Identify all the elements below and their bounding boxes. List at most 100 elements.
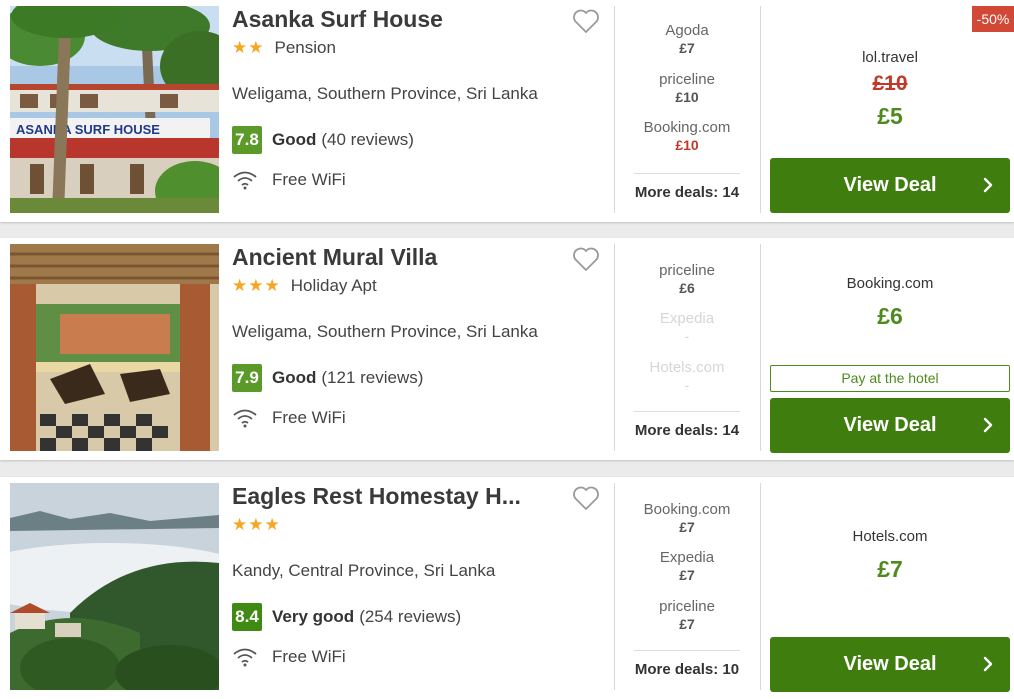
deal-price: £7 bbox=[679, 616, 695, 632]
rating-word: Good bbox=[272, 368, 317, 387]
deal-price: - bbox=[684, 377, 690, 393]
best-deal-provider[interactable]: Hotels.com bbox=[770, 528, 1010, 545]
deals-separator bbox=[634, 650, 740, 651]
view-deal-button[interactable]: View Deal bbox=[770, 637, 1010, 692]
original-price: £10 bbox=[770, 72, 1010, 96]
hotel-location[interactable]: Weligama, Southern Province, Sri Lanka bbox=[232, 322, 538, 342]
hotel-name[interactable]: Ancient Mural Villa bbox=[232, 244, 557, 271]
rating-score-badge: 7.9 bbox=[232, 364, 262, 392]
heart-outline-icon[interactable] bbox=[572, 485, 600, 511]
more-deals-link[interactable]: More deals: 14 bbox=[616, 184, 758, 201]
hotel-photo[interactable] bbox=[10, 483, 219, 690]
star-rating: ★★★ bbox=[232, 276, 281, 295]
deal-provider: Booking.com bbox=[643, 501, 731, 518]
amenity-row: Free WiFi bbox=[232, 647, 346, 667]
deal-price: - bbox=[684, 328, 690, 344]
chevron-right-icon bbox=[983, 417, 993, 433]
divider bbox=[760, 244, 761, 451]
deal-item[interactable]: priceline £7 bbox=[616, 598, 758, 632]
rating-row[interactable]: 7.8 Good (40 reviews) bbox=[232, 126, 414, 154]
review-count: (254 reviews) bbox=[359, 607, 462, 626]
hotel-info: Eagles Rest Homestay H... ★★★ Kandy, Cen… bbox=[232, 477, 612, 699]
hotel-photo-image bbox=[10, 483, 219, 690]
hotel-location[interactable]: Weligama, Southern Province, Sri Lanka bbox=[232, 84, 538, 104]
view-deal-button[interactable]: View Deal bbox=[770, 398, 1010, 453]
discount-badge: -50% bbox=[972, 6, 1014, 32]
heart-outline-icon[interactable] bbox=[572, 246, 600, 272]
accommodation-type: Holiday Apt bbox=[290, 276, 377, 295]
amenity-label: Free WiFi bbox=[272, 647, 346, 666]
view-deal-label: View Deal bbox=[843, 653, 937, 675]
rating-word: Very good bbox=[272, 607, 355, 626]
rating-score-badge: 8.4 bbox=[232, 603, 262, 631]
deal-item: Expedia - bbox=[616, 310, 758, 344]
deal-price: £7 bbox=[679, 567, 695, 583]
hotel-name[interactable]: Asanka Surf House bbox=[232, 6, 557, 33]
deal-item[interactable]: Booking.com £7 bbox=[616, 501, 758, 535]
deal-provider: Expedia bbox=[659, 310, 715, 327]
best-deal-price[interactable]: £7 bbox=[770, 556, 1010, 583]
deal-item[interactable]: Expedia £7 bbox=[616, 549, 758, 583]
star-rating: ★★★ bbox=[232, 515, 281, 534]
heart-outline-icon[interactable] bbox=[572, 8, 600, 34]
hotel-photo[interactable] bbox=[10, 244, 219, 451]
divider bbox=[760, 483, 761, 690]
best-deal: Hotels.com £7 View Deal bbox=[762, 477, 1014, 699]
view-deal-button[interactable]: View Deal bbox=[770, 158, 1010, 213]
review-count: (121 reviews) bbox=[321, 368, 424, 387]
best-deal: lol.travel £10 £5 View Deal bbox=[762, 0, 1014, 222]
chevron-right-icon bbox=[983, 656, 993, 672]
hotel-photo-image bbox=[10, 244, 219, 451]
rating-row[interactable]: 7.9 Good (121 reviews) bbox=[232, 364, 423, 392]
photo-sign-text: ASANKA SURF HOUSE bbox=[16, 122, 160, 137]
hotel-photo-image: ASANKA SURF HOUSE bbox=[10, 6, 219, 213]
deal-provider: priceline bbox=[659, 71, 715, 88]
best-deal-price[interactable]: £5 bbox=[770, 103, 1010, 130]
deal-provider: priceline bbox=[659, 598, 715, 615]
hotel-location[interactable]: Kandy, Central Province, Sri Lanka bbox=[232, 561, 495, 581]
view-deal-label: View Deal bbox=[843, 174, 937, 196]
hotel-photo[interactable]: ASANKA SURF HOUSE bbox=[10, 6, 219, 213]
hotel-info: Asanka Surf House ★★ Pension Weligama, S… bbox=[232, 0, 612, 222]
chevron-right-icon bbox=[983, 177, 993, 193]
deal-provider: Expedia bbox=[659, 549, 715, 566]
stars-row: ★★★ Holiday Apt bbox=[232, 274, 377, 298]
deal-item[interactable]: Agoda £7 bbox=[616, 22, 758, 56]
divider bbox=[614, 483, 615, 690]
deals-separator bbox=[634, 411, 740, 412]
amenity-row: Free WiFi bbox=[232, 408, 346, 428]
best-deal-price[interactable]: £6 bbox=[770, 303, 1010, 330]
rating-score-badge: 7.8 bbox=[232, 126, 262, 154]
wifi-icon bbox=[233, 171, 257, 190]
hotel-card[interactable]: ASANKA SURF HOUSE Asanka Surf House ★★ P… bbox=[0, 0, 1014, 222]
deal-price: £10 bbox=[675, 89, 699, 105]
view-deal-label: View Deal bbox=[843, 414, 937, 436]
rating-word: Good bbox=[272, 130, 317, 149]
wifi-icon bbox=[233, 409, 257, 428]
more-deals-link[interactable]: More deals: 14 bbox=[616, 422, 758, 439]
amenity-row: Free WiFi bbox=[232, 170, 346, 190]
review-count: (40 reviews) bbox=[321, 130, 414, 149]
rating-row[interactable]: 8.4 Very good (254 reviews) bbox=[232, 603, 461, 631]
deals-separator bbox=[634, 173, 740, 174]
deal-provider: Booking.com bbox=[643, 119, 731, 136]
wifi-icon bbox=[233, 648, 257, 667]
other-deals: Booking.com £7 Expedia £7 priceline £7 M… bbox=[616, 477, 758, 699]
hotel-card[interactable]: Eagles Rest Homestay H... ★★★ Kandy, Cen… bbox=[0, 477, 1014, 699]
deal-item[interactable]: priceline £10 bbox=[616, 71, 758, 105]
more-deals-link[interactable]: More deals: 10 bbox=[616, 661, 758, 678]
deal-item[interactable]: priceline £6 bbox=[616, 262, 758, 296]
best-deal-provider[interactable]: lol.travel bbox=[770, 49, 1010, 66]
hotel-card[interactable]: Ancient Mural Villa ★★★ Holiday Apt Weli… bbox=[0, 238, 1014, 460]
pay-at-hotel-badge: Pay at the hotel bbox=[770, 365, 1010, 392]
divider bbox=[614, 244, 615, 451]
deal-item[interactable]: Booking.com £10 bbox=[616, 119, 758, 153]
amenity-label: Free WiFi bbox=[272, 408, 346, 427]
stars-row: ★★★ bbox=[232, 513, 281, 537]
other-deals: Agoda £7 priceline £10 Booking.com £10 M… bbox=[616, 0, 758, 222]
divider bbox=[614, 6, 615, 213]
hotel-info: Ancient Mural Villa ★★★ Holiday Apt Weli… bbox=[232, 238, 612, 460]
best-deal-provider[interactable]: Booking.com bbox=[770, 275, 1010, 292]
hotel-name[interactable]: Eagles Rest Homestay H... bbox=[232, 483, 557, 510]
deal-provider: Hotels.com bbox=[649, 359, 725, 376]
